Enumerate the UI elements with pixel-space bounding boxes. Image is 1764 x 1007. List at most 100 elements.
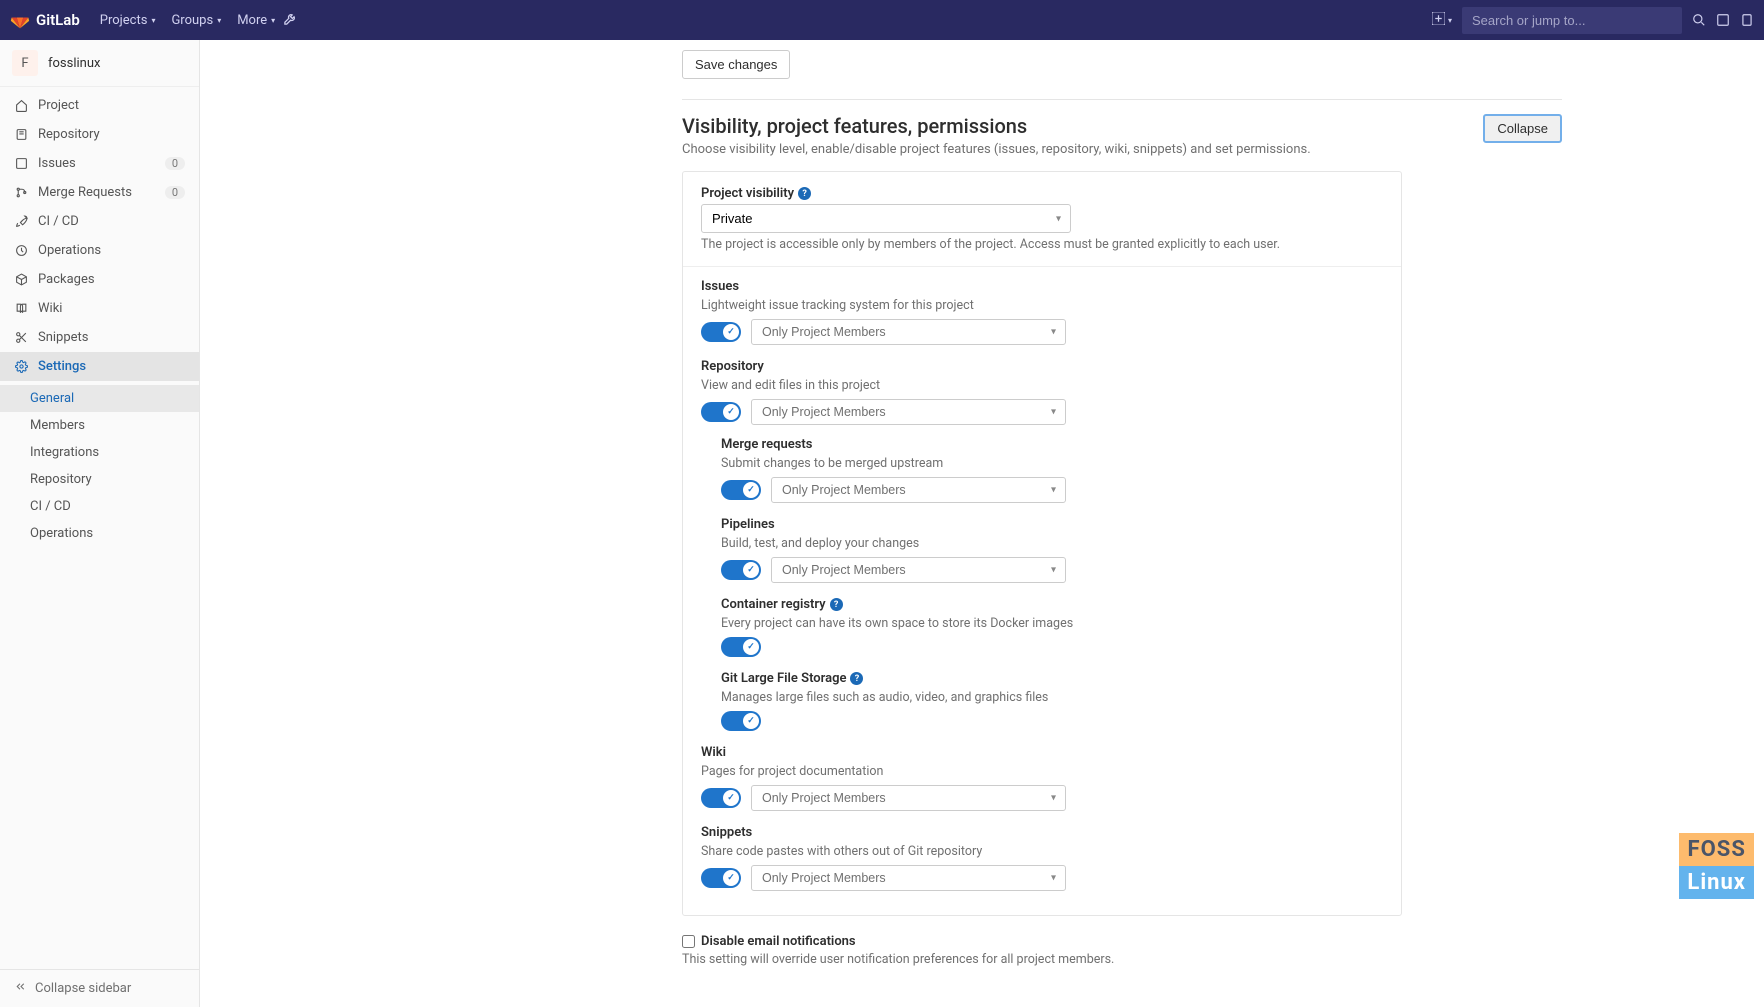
merge-requests-toggle[interactable] [721,480,761,500]
repository-icon [14,128,28,142]
collapse-sidebar-button[interactable]: Collapse sidebar [0,969,199,1007]
sidebar-item-snippets[interactable]: Snippets [0,323,199,352]
field-pipelines: Pipelines Build, test, and deploy your c… [721,517,1383,583]
field-label: Merge requests [721,437,1383,452]
container-registry-toggle[interactable] [721,637,761,657]
subnav-integrations[interactable]: Integrations [0,439,199,466]
search-icon[interactable] [1692,13,1706,27]
sidebar-item-operations[interactable]: Operations [0,236,199,265]
topnav-right: ▾ [1432,7,1754,34]
sidebar-item-wiki[interactable]: Wiki [0,294,199,323]
snippets-access-select[interactable]: Only Project Members [751,865,1066,891]
chevron-down-icon: ▾ [1448,16,1452,25]
collapse-icon [14,980,27,997]
issues-access-select[interactable]: Only Project Members [751,319,1066,345]
section-desc: Choose visibility level, enable/disable … [682,142,1311,157]
save-row: Save changes [682,50,1562,79]
subnav-cicd[interactable]: CI / CD [0,493,199,520]
sidebar-item-settings[interactable]: Settings [0,352,199,381]
issues-shortcut-icon[interactable] [1716,13,1730,27]
badge-count: 0 [165,157,185,170]
home-icon [14,99,28,113]
field-hint: This setting will override user notifica… [682,952,1562,967]
sidebar-item-label: CI / CD [38,214,79,229]
pipelines-access-select[interactable]: Only Project Members [771,557,1066,583]
badge-count: 0 [165,186,185,199]
field-label: Repository [701,359,1383,374]
search-input[interactable] [1462,7,1682,34]
subnav-repository[interactable]: Repository [0,466,199,493]
sidebar-item-project[interactable]: Project [0,91,199,120]
field-hint: Share code pastes with others out of Git… [701,844,1383,859]
field-hint: Pages for project documentation [701,764,1383,779]
field-label: Project visibility [701,186,794,201]
sidebar-item-merge-requests[interactable]: Merge Requests0 [0,178,199,207]
collapse-section-button[interactable]: Collapse [1483,114,1562,143]
project-avatar: F [12,50,38,76]
field-hint: Manages large files such as audio, video… [721,690,1383,705]
scissors-icon [14,331,28,345]
subnav-members[interactable]: Members [0,412,199,439]
pipelines-toggle[interactable] [721,560,761,580]
field-label: Container registry [721,597,826,612]
sidebar-item-label: Packages [38,272,95,287]
field-snippets: Snippets Share code pastes with others o… [701,825,1383,891]
save-button[interactable]: Save changes [682,50,790,79]
wiki-access-select[interactable]: Only Project Members [751,785,1066,811]
field-hint: The project is accessible only by member… [701,237,1383,252]
gear-icon [14,360,28,374]
field-hint: View and edit files in this project [701,378,1383,393]
visibility-select[interactable]: Private [701,204,1071,233]
field-hint: Submit changes to be merged upstream [721,456,1383,471]
plus-icon [1432,12,1445,29]
field-label: Pipelines [721,517,1383,532]
project-name: fosslinux [48,56,100,71]
todos-shortcut-icon[interactable] [1740,13,1754,27]
field-container-registry: Container registry? Every project can ha… [721,597,1383,657]
rocket-icon [14,215,28,229]
sidebar-item-packages[interactable]: Packages [0,265,199,294]
nav-projects[interactable]: Projects▾ [100,13,156,28]
main-content: Save changes Visibility, project feature… [382,40,1582,1007]
field-hint: Lightweight issue tracking system for th… [701,298,1383,313]
help-icon[interactable]: ? [830,598,843,611]
create-new-dropdown[interactable]: ▾ [1432,12,1452,29]
brand[interactable]: GitLab [10,10,80,30]
side-nav: Project Repository Issues 0 Merge Request… [0,87,199,385]
merge-requests-access-select[interactable]: Only Project Members [771,477,1066,503]
issues-toggle[interactable] [701,322,741,342]
watermark-linux: Linux [1679,866,1754,899]
chevron-down-icon: ▾ [217,16,221,25]
help-icon[interactable]: ? [850,672,863,685]
field-repository: Repository View and edit files in this p… [701,359,1383,731]
issues-icon [14,157,28,171]
chevron-down-icon: ▾ [271,16,275,25]
nav-groups-label: Groups [171,13,213,28]
git-lfs-toggle[interactable] [721,711,761,731]
operations-icon [14,244,28,258]
wiki-toggle[interactable] [701,788,741,808]
help-icon[interactable]: ? [798,187,811,200]
nav-groups[interactable]: Groups ▾ [171,13,221,28]
layout: F fosslinux Project Repository Issues 0 M… [0,40,1764,1007]
book-icon [14,302,28,316]
snippets-toggle[interactable] [701,868,741,888]
gitlab-logo-icon [10,10,30,30]
admin-wrench-icon[interactable] [283,11,298,30]
field-label: Wiki [701,745,1383,760]
sidebar-item-repository[interactable]: Repository [0,120,199,149]
sidebar-item-issues[interactable]: Issues 0 [0,149,199,178]
nav-more[interactable]: More▾ [237,13,275,28]
sidebar-item-label: Wiki [38,301,62,316]
disable-email-checkbox[interactable] [682,935,695,948]
repository-access-select[interactable]: Only Project Members [751,399,1066,425]
sidebar-item-label: Repository [38,127,100,142]
subnav-operations[interactable]: Operations [0,520,199,547]
repository-toggle[interactable] [701,402,741,422]
sidebar-item-label: Issues [38,156,76,171]
project-header[interactable]: F fosslinux [0,40,199,87]
brand-label: GitLab [36,11,80,29]
subnav-general[interactable]: General [0,385,199,412]
sidebar-item-cicd[interactable]: CI / CD [0,207,199,236]
sidebar-item-label: Settings [38,359,86,374]
